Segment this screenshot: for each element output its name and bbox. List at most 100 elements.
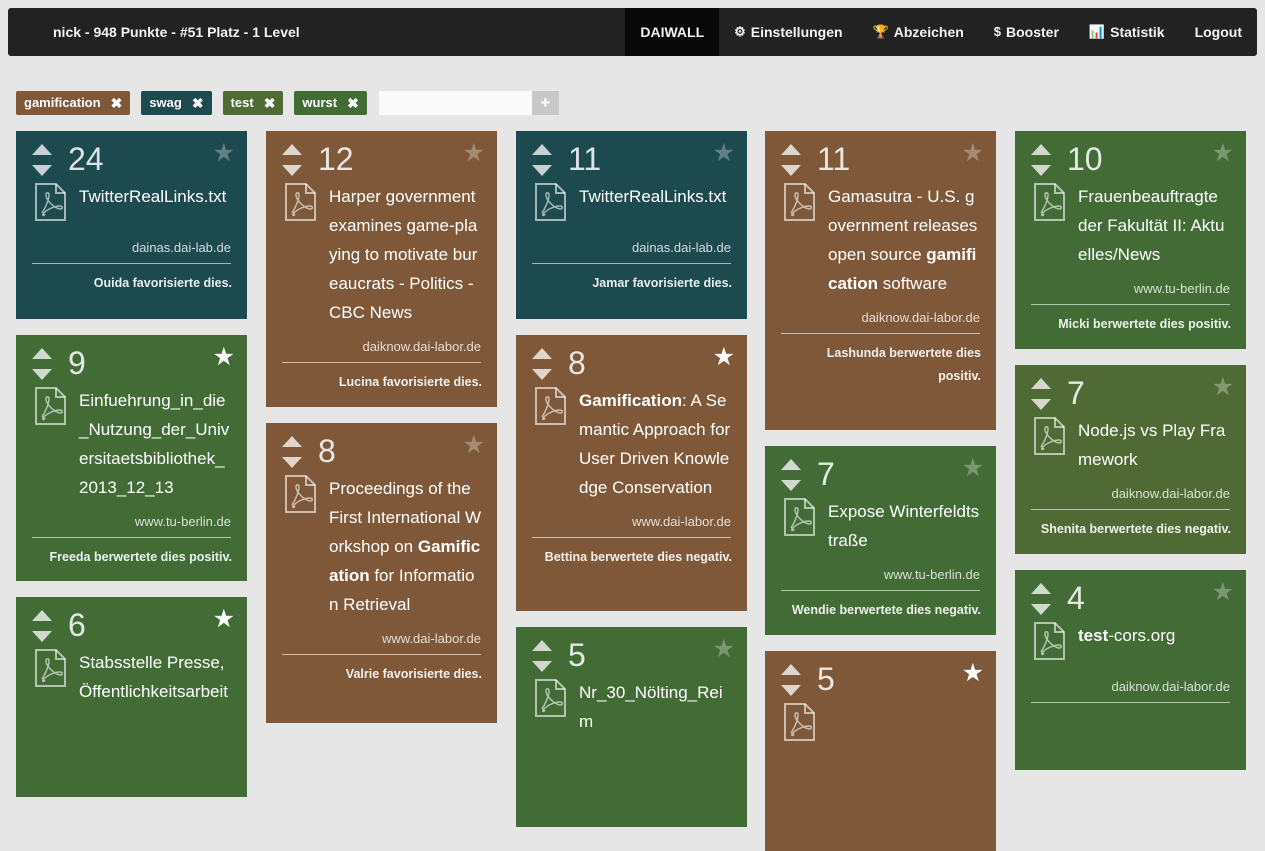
upvote-icon[interactable] <box>32 144 52 155</box>
tag-test[interactable]: test ✖ <box>222 91 284 115</box>
downvote-icon[interactable] <box>781 685 801 696</box>
card-source[interactable]: daiknow.dai-labor.de <box>1015 474 1246 509</box>
card-source[interactable]: daiknow.dai-labor.de <box>266 327 497 362</box>
favorite-star-icon[interactable]: ★ <box>463 139 485 167</box>
upvote-icon[interactable] <box>532 640 552 651</box>
downvote-icon[interactable] <box>532 165 552 176</box>
upvote-icon[interactable] <box>1031 583 1051 594</box>
content-card[interactable]: 8 ★ Proceedings of the First International… <box>266 423 497 723</box>
downvote-icon[interactable] <box>32 631 52 642</box>
card-title[interactable]: Gamification: A Semantic Approach for Us… <box>579 386 733 502</box>
card-title[interactable]: Frauenbeauftragte der Fakultät II: Aktue… <box>1078 182 1232 269</box>
favorite-star-icon[interactable]: ★ <box>962 659 984 687</box>
content-card[interactable]: 7 ★ Node.js vs Play Framework daiknow.dai-l… <box>1015 365 1246 554</box>
favorite-star-icon[interactable]: ★ <box>1212 373 1234 401</box>
upvote-icon[interactable] <box>1031 144 1051 155</box>
card-title[interactable]: test-cors.org <box>1078 621 1232 650</box>
card-source[interactable]: www.tu-berlin.de <box>16 502 247 537</box>
card-title[interactable]: Proceedings of the First International W… <box>329 474 483 619</box>
remove-tag-icon[interactable]: ✖ <box>264 91 276 115</box>
nav-item-statistik[interactable]: 📊 Statistik <box>1074 8 1180 56</box>
favorite-star-icon[interactable]: ★ <box>463 431 485 459</box>
content-card[interactable]: 8 ★ Gamification: A Semantic Approach for … <box>516 335 747 611</box>
remove-tag-icon[interactable]: ✖ <box>347 91 359 115</box>
pdf-file-icon <box>1033 182 1066 222</box>
nav-item-abzeichen[interactable]: 🏆 Abzeichen <box>858 8 979 56</box>
card-source[interactable]: www.dai-labor.de <box>516 502 747 537</box>
card-source[interactable]: daiknow.dai-labor.de <box>1015 667 1246 702</box>
card-activity: Micki berwertete dies positiv. <box>1058 317 1231 331</box>
content-card[interactable]: 9 ★ Einfuehrung_in_die_Nutzung_der_Univers… <box>16 335 247 581</box>
favorite-star-icon[interactable]: ★ <box>713 343 735 371</box>
content-card[interactable]: 10 ★ Frauenbeauftragte der Fakultät II: Ak… <box>1015 131 1246 349</box>
card-title[interactable]: Gamasutra - U.S. government releases ope… <box>828 182 982 298</box>
tag-gamification[interactable]: gamification ✖ <box>16 91 131 115</box>
upvote-icon[interactable] <box>282 436 302 447</box>
upvote-icon[interactable] <box>532 348 552 359</box>
card-body: Proceedings of the First International W… <box>266 474 497 619</box>
nav-item-einstellungen[interactable]: ⚙ Einstellungen <box>719 8 857 56</box>
content-card[interactable]: 5 ★ Nr_30_Nölting_Reim <box>516 627 747 827</box>
nav-item-daiwall[interactable]: DAIWALL <box>625 8 720 56</box>
card-title[interactable]: TwitterRealLinks.txt <box>79 182 233 211</box>
downvote-icon[interactable] <box>532 661 552 672</box>
upvote-icon[interactable] <box>532 144 552 155</box>
card-header: 8 ★ <box>516 335 747 391</box>
upvote-icon[interactable] <box>1031 378 1051 389</box>
card-source[interactable]: dainas.dai-lab.de <box>516 228 747 263</box>
upvote-icon[interactable] <box>32 610 52 621</box>
content-card[interactable]: 24 ★ TwitterRealLinks.txt dainas.dai-lab.de… <box>16 131 247 319</box>
downvote-icon[interactable] <box>781 165 801 176</box>
favorite-star-icon[interactable]: ★ <box>713 635 735 663</box>
downvote-icon[interactable] <box>282 457 302 468</box>
card-title[interactable]: TwitterRealLinks.txt <box>579 182 733 211</box>
tag-input[interactable] <box>378 91 532 115</box>
content-card[interactable]: 4 ★ test-cors.org daiknow.dai-labor.de <box>1015 570 1246 770</box>
downvote-icon[interactable] <box>32 369 52 380</box>
card-source[interactable]: www.dai-labor.de <box>266 619 497 654</box>
remove-tag-icon[interactable]: ✖ <box>192 91 204 115</box>
content-card[interactable]: 5 ★ <box>765 651 996 851</box>
favorite-star-icon[interactable]: ★ <box>962 454 984 482</box>
card-title[interactable]: Einfuehrung_in_die_Nutzung_der_Universit… <box>79 386 233 502</box>
card-title[interactable]: Harper government examines game-playing … <box>329 182 483 327</box>
card-source[interactable]: www.tu-berlin.de <box>765 555 996 590</box>
favorite-star-icon[interactable]: ★ <box>1212 578 1234 606</box>
upvote-icon[interactable] <box>32 348 52 359</box>
content-card[interactable]: 11 ★ TwitterRealLinks.txt dainas.dai-lab.de… <box>516 131 747 319</box>
card-source[interactable]: daiknow.dai-labor.de <box>765 298 996 333</box>
nav-item-booster[interactable]: $ Booster <box>979 8 1074 56</box>
content-card[interactable]: 6 ★ Stabsstelle Presse, Öffentlichkeitsarb… <box>16 597 247 797</box>
remove-tag-icon[interactable]: ✖ <box>111 91 123 115</box>
favorite-star-icon[interactable]: ★ <box>213 139 235 167</box>
downvote-icon[interactable] <box>1031 165 1051 176</box>
upvote-icon[interactable] <box>781 664 801 675</box>
favorite-star-icon[interactable]: ★ <box>1212 139 1234 167</box>
downvote-icon[interactable] <box>532 369 552 380</box>
nav-item-logout[interactable]: Logout <box>1180 8 1257 56</box>
upvote-icon[interactable] <box>282 144 302 155</box>
card-source[interactable]: www.tu-berlin.de <box>1015 269 1246 304</box>
card-title[interactable]: Nr_30_Nölting_Reim <box>579 678 733 736</box>
content-card[interactable]: 11 ★ Gamasutra - U.S. government releases … <box>765 131 996 430</box>
favorite-star-icon[interactable]: ★ <box>213 605 235 633</box>
tag-swag[interactable]: swag ✖ <box>141 91 212 115</box>
downvote-icon[interactable] <box>282 165 302 176</box>
favorite-star-icon[interactable]: ★ <box>213 343 235 371</box>
content-card[interactable]: 12 ★ Harper government examines game-playi… <box>266 131 497 407</box>
tag-wurst[interactable]: wurst ✖ <box>294 91 367 115</box>
downvote-icon[interactable] <box>1031 604 1051 615</box>
content-card[interactable]: 7 ★ Expose Winterfeldtstraße www.tu-berlin.… <box>765 446 996 635</box>
downvote-icon[interactable] <box>781 480 801 491</box>
upvote-icon[interactable] <box>781 144 801 155</box>
favorite-star-icon[interactable]: ★ <box>962 139 984 167</box>
downvote-icon[interactable] <box>1031 399 1051 410</box>
card-title[interactable]: Expose Winterfeldtstraße <box>828 497 982 555</box>
favorite-star-icon[interactable]: ★ <box>713 139 735 167</box>
card-title[interactable]: Node.js vs Play Framework <box>1078 416 1232 474</box>
card-title[interactable]: Stabsstelle Presse, Öffentlichkeitsarbei… <box>79 648 233 706</box>
upvote-icon[interactable] <box>781 459 801 470</box>
downvote-icon[interactable] <box>32 165 52 176</box>
add-tag-button[interactable]: + <box>531 91 559 115</box>
card-source[interactable]: dainas.dai-lab.de <box>16 228 247 263</box>
